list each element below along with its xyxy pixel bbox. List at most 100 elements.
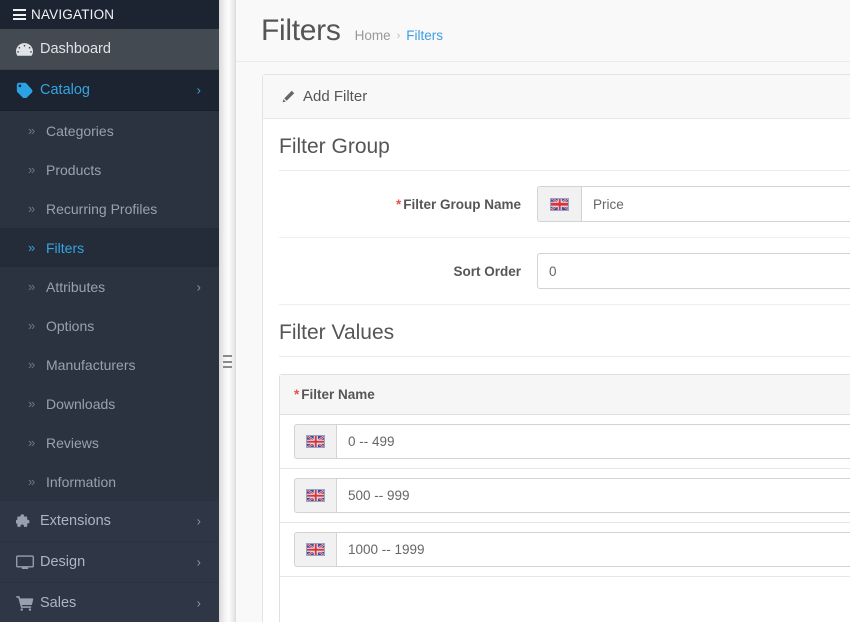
admin-page: NAVIGATION Dashboard Catalog › » Categor… — [0, 0, 850, 622]
double-chevron-icon: » — [28, 201, 36, 216]
table-row: 1000 -- 1999 — [280, 523, 850, 577]
sidebar-item-label: Dashboard — [40, 41, 111, 57]
grip-icon — [223, 355, 232, 368]
double-chevron-icon: » — [28, 318, 36, 333]
double-chevron-icon: » — [28, 474, 36, 489]
page-header: Filters Home › Filters — [236, 0, 850, 62]
sort-order-input[interactable]: 0 — [537, 253, 850, 289]
sidebar-header[interactable]: NAVIGATION — [0, 0, 219, 29]
section-title-filter-group: Filter Group — [279, 133, 850, 171]
add-filter-panel: Add Filter Filter Group * Filter Group Na… — [262, 74, 850, 622]
tag-icon — [16, 82, 40, 98]
input-group-filter-name: 500 -- 999 — [294, 478, 850, 513]
table-header-filter-name: * Filter Name — [280, 375, 850, 415]
en-gb-flag-icon — [294, 424, 336, 459]
sidebar-subitem-label: Filters — [46, 239, 85, 256]
sidebar-item-catalog[interactable]: Catalog › — [0, 70, 219, 111]
sidebar-item-label: Extensions — [40, 513, 111, 529]
breadcrumb-item-home[interactable]: Home — [355, 28, 391, 43]
chevron-right-icon: › — [196, 554, 201, 570]
sidebar-item-extensions[interactable]: Extensions › — [0, 501, 219, 542]
monitor-icon — [16, 554, 40, 570]
page-title: Filters — [261, 13, 341, 47]
hamburger-icon[interactable] — [13, 9, 26, 20]
table-footer — [280, 577, 850, 622]
puzzle-icon — [16, 513, 40, 529]
sidebar-header-label: NAVIGATION — [31, 7, 115, 22]
breadcrumb: Home › Filters — [355, 28, 443, 43]
section-title-filter-values: Filter Values — [279, 319, 850, 357]
filter-group-name-input[interactable]: Price — [581, 186, 850, 222]
chevron-right-icon: › — [196, 513, 201, 529]
sidebar-item-reviews[interactable]: » Reviews — [0, 423, 219, 462]
table-row: 500 -- 999 — [280, 469, 850, 523]
sidebar-item-filters[interactable]: » Filters — [0, 228, 219, 267]
sidebar-item-label: Design — [40, 554, 86, 570]
double-chevron-icon: » — [28, 435, 36, 450]
cart-icon — [16, 595, 40, 611]
sidebar-item-label: Sales — [40, 595, 77, 611]
sidebar-subitem-label: Products — [46, 161, 102, 178]
sidebar-subitem-label: Options — [46, 317, 95, 334]
breadcrumb-separator-icon: › — [396, 29, 401, 42]
label-text: Filter Group Name — [403, 196, 521, 212]
panel-heading: Add Filter — [263, 75, 850, 119]
double-chevron-icon: » — [28, 396, 36, 411]
table-row: 0 -- 499 — [280, 415, 850, 469]
dashboard-icon — [16, 42, 40, 57]
label-filter-group-name: * Filter Group Name — [279, 197, 537, 212]
sidebar-item-options[interactable]: » Options — [0, 306, 219, 345]
filter-name-input[interactable]: 500 -- 999 — [336, 478, 850, 513]
chevron-right-icon: › — [196, 279, 201, 294]
breadcrumb-item-filters[interactable]: Filters — [406, 28, 443, 43]
required-marker: * — [294, 387, 300, 402]
double-chevron-icon: » — [28, 123, 36, 138]
sidebar-item-information[interactable]: » Information — [0, 462, 219, 501]
input-group-filter-name: 1000 -- 1999 — [294, 532, 850, 567]
sidebar-item-dashboard[interactable]: Dashboard — [0, 29, 219, 70]
column-header-text: Filter Name — [301, 387, 375, 402]
sidebar-item-attributes[interactable]: » Attributes › — [0, 267, 219, 306]
sidebar-item-categories[interactable]: » Categories — [0, 111, 219, 150]
sidebar: NAVIGATION Dashboard Catalog › » Categor… — [0, 0, 219, 622]
sidebar-subitem-label: Reviews — [46, 434, 99, 451]
sidebar-subitem-label: Manufacturers — [46, 356, 136, 373]
double-chevron-icon: » — [28, 240, 36, 255]
label-text: Sort Order — [453, 263, 521, 279]
sidebar-item-design[interactable]: Design › — [0, 542, 219, 583]
en-gb-flag-icon — [294, 478, 336, 513]
sidebar-item-sales[interactable]: Sales › — [0, 583, 219, 622]
sidebar-item-manufacturers[interactable]: » Manufacturers — [0, 345, 219, 384]
required-marker: * — [395, 196, 402, 212]
sidebar-item-downloads[interactable]: » Downloads — [0, 384, 219, 423]
double-chevron-icon: » — [28, 357, 36, 372]
double-chevron-icon: » — [28, 279, 36, 294]
panel-heading-label: Add Filter — [303, 88, 368, 105]
double-chevron-icon: » — [28, 162, 36, 177]
sidebar-subitem-label: Information — [46, 473, 117, 490]
pencil-icon — [281, 90, 295, 104]
chevron-right-icon: › — [196, 82, 201, 98]
sidebar-subitem-label: Attributes — [46, 278, 106, 295]
input-group-sort-order: 0 — [537, 253, 850, 289]
sidebar-subitem-label: Recurring Profiles — [46, 200, 158, 217]
form-row-sort-order: Sort Order 0 — [279, 238, 850, 305]
panel-body: Filter Group *Filter Group Name Price S — [263, 119, 850, 622]
en-gb-flag-icon — [537, 186, 581, 222]
sidebar-item-label: Catalog — [40, 82, 90, 98]
input-group-filter-group-name: Price — [537, 186, 850, 222]
filter-values-table: * Filter Name 0 -- 499 500 -- 999 1000 -… — [279, 374, 850, 622]
chevron-right-icon: › — [196, 595, 201, 611]
form-row-filter-group-name: * Filter Group Name Price — [279, 171, 850, 238]
sidebar-subitem-label: Downloads — [46, 395, 116, 412]
sidebar-item-recurring-profiles[interactable]: » Recurring Profiles — [0, 189, 219, 228]
input-group-filter-name: 0 -- 499 — [294, 424, 850, 459]
filter-name-input[interactable]: 1000 -- 1999 — [336, 532, 850, 567]
main-content: Filters Home › Filters Add Filter Filter… — [236, 0, 850, 622]
sidebar-item-products[interactable]: » Products — [0, 150, 219, 189]
en-gb-flag-icon — [294, 532, 336, 567]
label-sort-order: Sort Order — [279, 264, 537, 279]
filter-name-input[interactable]: 0 -- 499 — [336, 424, 850, 459]
sidebar-subitem-label: Categories — [46, 122, 114, 139]
sidebar-resize-handle[interactable] — [219, 0, 236, 622]
